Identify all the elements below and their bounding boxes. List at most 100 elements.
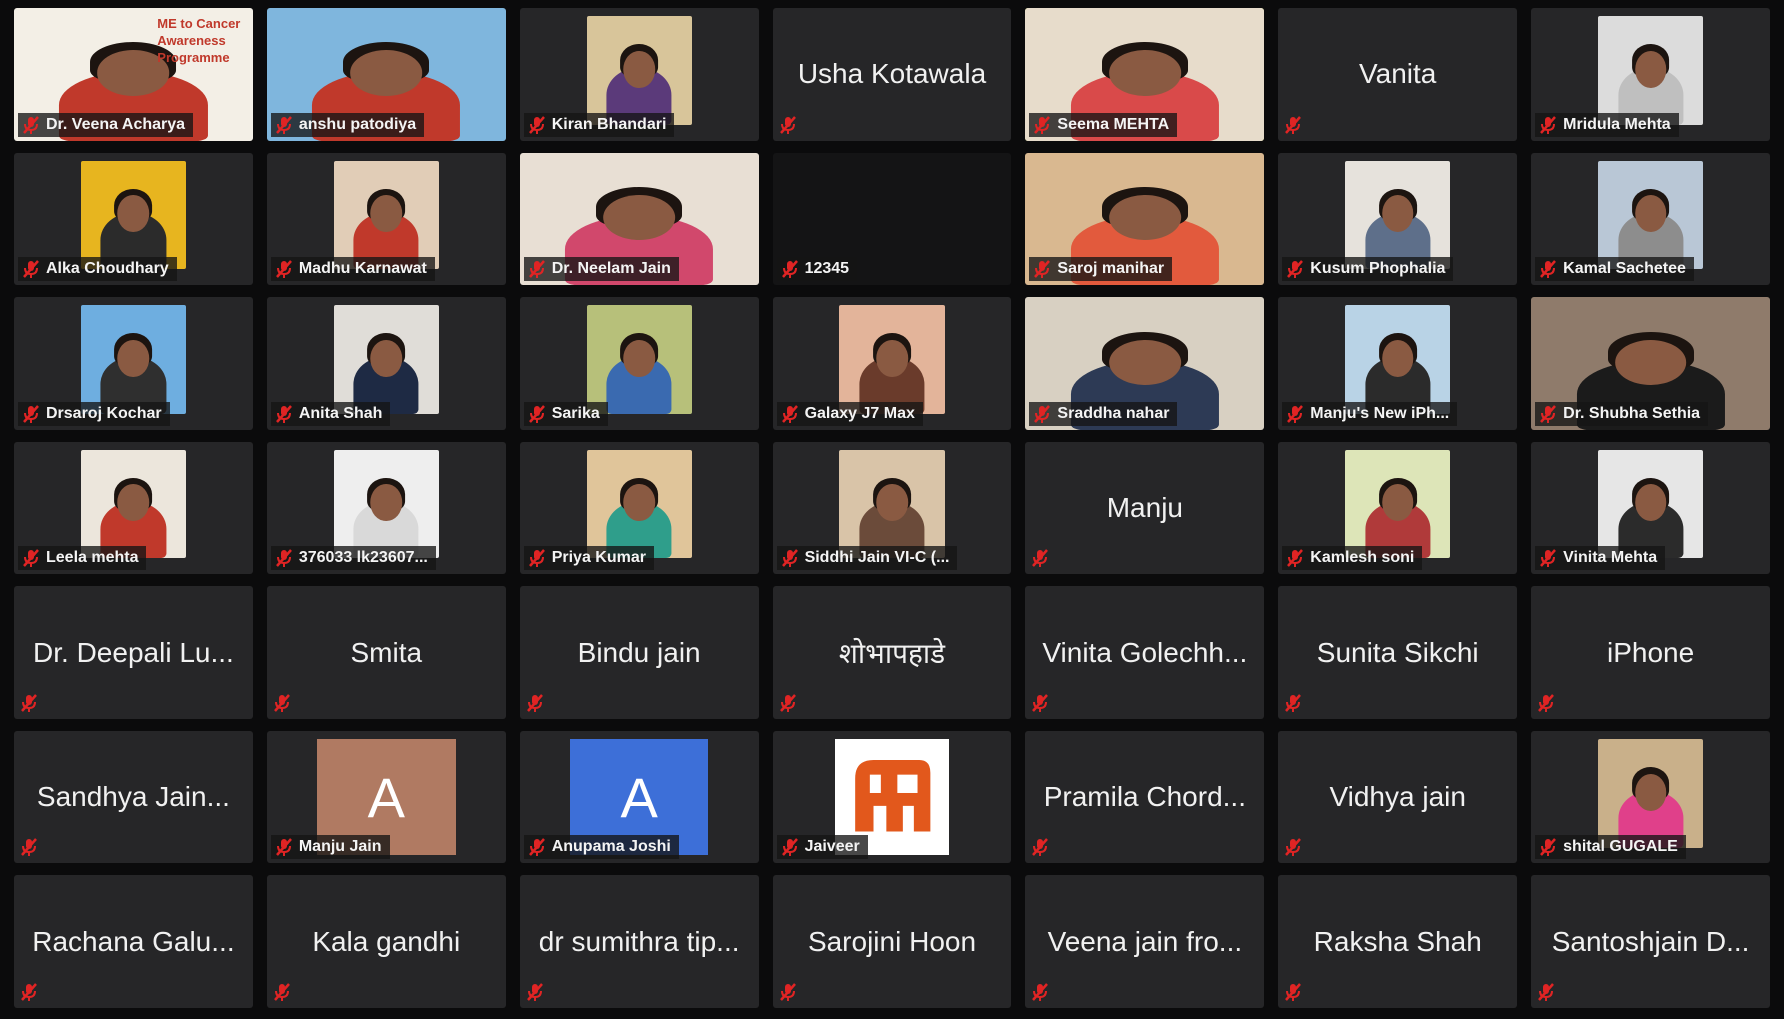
participant-tile[interactable]: Sunita Sikchi <box>1278 586 1518 719</box>
participant-tile[interactable]: Pramila Chord... <box>1025 730 1265 864</box>
participant-tile[interactable]: A Manju Jain <box>266 730 506 864</box>
participant-tile[interactable]: 376033 lk23607... <box>266 441 506 575</box>
person-head <box>1109 339 1181 385</box>
microphone-muted-icon <box>1540 260 1557 279</box>
microphone-muted-icon <box>781 838 798 857</box>
participant-tile[interactable]: Seema MEHTA <box>1025 8 1265 141</box>
participant-tile[interactable]: iPhone <box>1531 586 1770 719</box>
microphone-muted-icon <box>1285 694 1302 712</box>
participant-name: dr sumithra tip... <box>538 925 740 957</box>
participant-tile[interactable]: Kala gandhi <box>266 875 506 1008</box>
participant-tile[interactable]: 12345 <box>772 152 1012 286</box>
banner-text: ME to Cancer Awareness Programme <box>157 15 241 65</box>
participant-name: Leela mehta <box>46 549 139 567</box>
microphone-muted-icon <box>1287 549 1304 568</box>
person-head <box>876 484 908 522</box>
microphone-muted-icon <box>275 115 292 134</box>
participant-tile[interactable]: Usha Kotawala <box>772 8 1012 141</box>
microphone-muted-icon <box>1540 838 1557 857</box>
participant-tile[interactable]: ME to Cancer Awareness Programme Dr. Vee… <box>14 8 253 141</box>
participant-tile[interactable]: शोभापहाडे <box>772 586 1012 719</box>
participant-tile[interactable]: Mridula Mehta <box>1531 8 1770 141</box>
participant-tile[interactable]: Santoshjain D... <box>1531 875 1770 1008</box>
participant-name: Jaiveer <box>804 838 860 856</box>
person-head <box>117 484 150 522</box>
participant-tile[interactable]: Madhu Karnawat <box>266 152 506 286</box>
participant-name: Vinita Golechh... <box>1042 636 1248 668</box>
participant-name: शोभापहाडे <box>838 637 946 669</box>
participant-tile[interactable]: Rachana Galu... <box>14 875 253 1008</box>
participant-video <box>839 305 945 414</box>
participant-video <box>839 449 945 559</box>
participant-tile[interactable]: Saroj manihar <box>1025 152 1265 286</box>
participant-tile[interactable]: Vinita Golechh... <box>1025 586 1265 719</box>
participant-name-label: 376033 lk23607... <box>270 546 436 571</box>
participant-tile[interactable]: Smita <box>266 586 506 719</box>
participant-name-label: Kamal Sachetee <box>1535 257 1694 282</box>
participant-tile[interactable]: Sarojini Hoon <box>772 875 1012 1008</box>
person-head <box>1634 484 1667 522</box>
person-head <box>1109 50 1181 96</box>
participant-name: Madhu Karnawat <box>298 260 427 278</box>
microphone-muted-icon <box>23 549 39 568</box>
participant-tile[interactable]: Kamlesh soni <box>1278 441 1518 575</box>
participant-tile[interactable]: Siddhi Jain VI-C (... <box>772 441 1012 575</box>
participant-tile[interactable]: Galaxy J7 Max <box>772 297 1012 430</box>
participant-tile[interactable]: A Anupama Joshi <box>519 730 759 864</box>
participant-tile[interactable]: Raksha Shah <box>1278 875 1518 1008</box>
participant-tile[interactable]: Manju <box>1025 441 1265 575</box>
participant-tile[interactable]: Manju's New iPh... <box>1278 297 1518 430</box>
participant-name-label: Sraddha nahar <box>1029 401 1178 426</box>
person-head <box>370 339 403 377</box>
participant-tile[interactable]: Kiran Bhandari <box>519 8 759 141</box>
participant-tile[interactable]: Kamal Sachetee <box>1531 152 1770 286</box>
participant-name: Kamal Sachetee <box>1563 260 1686 278</box>
microphone-muted-icon <box>23 260 39 279</box>
participant-tile[interactable]: Sraddha nahar <box>1025 297 1265 430</box>
participant-name-label: Dr. Shubha Sethia <box>1535 401 1709 426</box>
participant-name: Sandhya Jain... <box>36 781 230 813</box>
participant-tile[interactable]: Priya Kumar <box>519 441 759 575</box>
participant-tile[interactable]: Bindu jain <box>519 586 759 719</box>
person-head <box>623 339 655 377</box>
participant-tile[interactable]: Vinita Mehta <box>1531 441 1770 575</box>
participant-video <box>333 160 439 270</box>
participant-tile[interactable]: Veena jain fro... <box>1025 875 1265 1008</box>
participant-tile[interactable]: anshu patodiya <box>266 8 506 141</box>
participant-name-label: Drsaroj Kochar <box>18 401 170 426</box>
participant-name: Kusum Phophalia <box>1310 260 1446 278</box>
participant-tile[interactable]: Dr. Shubha Sethia <box>1531 297 1770 430</box>
participant-tile[interactable]: Leela mehta <box>14 441 253 575</box>
microphone-muted-icon <box>1540 404 1557 423</box>
participant-tile[interactable]: Vanita <box>1278 8 1518 141</box>
participant-name-label: Madhu Karnawat <box>270 257 435 282</box>
participant-tile[interactable]: Drsaroj Kochar <box>14 297 253 430</box>
participant-tile[interactable]: Sarika <box>519 297 759 430</box>
participant-name: Dr. Shubha Sethia <box>1563 404 1701 422</box>
participant-tile[interactable]: Sandhya Jain... <box>14 730 253 864</box>
participant-name: Manju's New iPh... <box>1310 404 1450 422</box>
participant-name: shital GUGALE <box>1563 838 1678 856</box>
participant-name-label: Anupama Joshi <box>523 835 679 860</box>
participant-tile[interactable]: Dr. Neelam Jain <box>519 152 759 286</box>
microphone-muted-icon <box>1285 838 1302 857</box>
participant-tile[interactable]: Anita Shah <box>266 297 506 430</box>
participant-tile[interactable]: Kusum Phophalia <box>1278 152 1518 286</box>
participant-tile[interactable]: Vidhya jain <box>1278 730 1518 864</box>
microphone-muted-icon <box>21 838 37 857</box>
participant-name-label: Saroj manihar <box>1029 257 1173 282</box>
microphone-muted-icon <box>23 404 39 423</box>
participant-tile[interactable]: Jaiveer <box>772 730 1012 864</box>
participant-tile[interactable]: Alka Choudhary <box>14 152 253 286</box>
participant-name: Sunita Sikchi <box>1316 636 1479 668</box>
participant-tile[interactable]: shital GUGALE <box>1531 730 1770 864</box>
participant-name: Veena jain fro... <box>1047 925 1243 957</box>
person-head <box>1634 773 1667 811</box>
participant-tile[interactable]: Dr. Deepali Lu... <box>14 586 253 719</box>
person-head <box>1634 50 1667 88</box>
participant-name-label: Manju's New iPh... <box>1282 401 1458 426</box>
participant-video <box>586 305 692 414</box>
participant-name: 12345 <box>804 260 850 278</box>
microphone-muted-icon <box>1032 983 1049 1001</box>
participant-tile[interactable]: dr sumithra tip... <box>519 875 759 1008</box>
